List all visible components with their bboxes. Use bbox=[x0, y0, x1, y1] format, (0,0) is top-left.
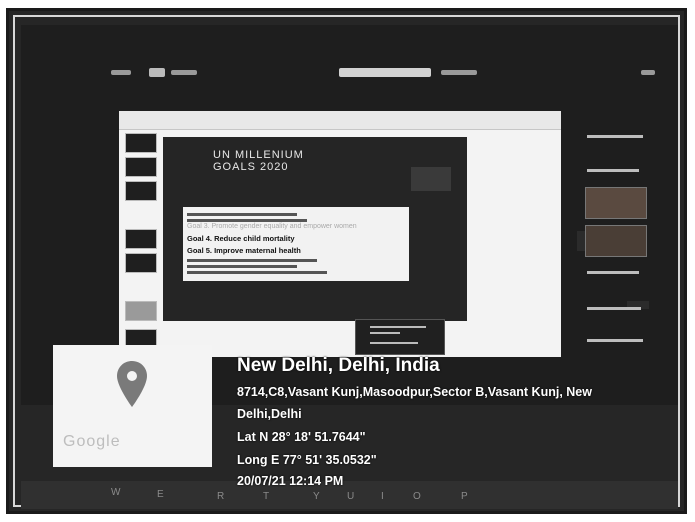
zoom-indicator[interactable] bbox=[149, 68, 165, 77]
location-title: New Delhi, Delhi, India bbox=[237, 355, 440, 376]
participants-panel bbox=[581, 121, 661, 361]
slide-thumbnails bbox=[125, 133, 157, 353]
notification-popup[interactable] bbox=[355, 319, 445, 355]
goal-4-text: Goal 4. Reduce child mortality bbox=[187, 234, 295, 243]
slide-thumbnail[interactable] bbox=[125, 253, 157, 273]
slide-thumbnail[interactable] bbox=[125, 157, 157, 177]
view-option-icon[interactable] bbox=[111, 70, 131, 75]
screen-share-banner[interactable] bbox=[339, 68, 431, 77]
slide-goals-card: Goal 3. Promote gender equality and empo… bbox=[183, 207, 409, 281]
slide-title: UN MILLENIUM GOALS 2020 bbox=[213, 149, 304, 173]
goal-line bbox=[187, 271, 327, 274]
address-line-2: Delhi,Delhi bbox=[237, 407, 302, 421]
goal-5-text: Goal 5. Improve maternal health bbox=[187, 246, 301, 255]
map-pin-icon bbox=[117, 361, 147, 407]
slide-thumbnail[interactable] bbox=[125, 301, 157, 321]
longitude-text: Long E 77° 51' 35.0532" bbox=[237, 453, 377, 467]
slide-title-line2: GOALS 2020 bbox=[213, 161, 289, 173]
key: R bbox=[217, 491, 225, 502]
key: E bbox=[157, 489, 164, 500]
key: T bbox=[263, 491, 270, 502]
map-thumbnail: Google bbox=[53, 345, 212, 467]
key: Y bbox=[313, 491, 320, 502]
key: P bbox=[461, 491, 468, 502]
options-menu[interactable] bbox=[441, 70, 477, 75]
current-slide: UN MILLENIUM GOALS 2020 Goal 3. Promote … bbox=[163, 137, 467, 321]
slide-thumbnail[interactable] bbox=[125, 229, 157, 249]
photo-frame: UN MILLENIUM GOALS 2020 Goal 3. Promote … bbox=[6, 8, 687, 514]
meeting-top-bar bbox=[101, 67, 681, 79]
key: U bbox=[347, 491, 355, 502]
popup-line bbox=[370, 342, 418, 344]
shared-presentation-window: UN MILLENIUM GOALS 2020 Goal 3. Promote … bbox=[119, 111, 649, 357]
participant-name[interactable] bbox=[587, 169, 639, 172]
datetime-text: 20/07/21 12:14 PM bbox=[237, 474, 344, 488]
participant-name[interactable] bbox=[587, 307, 641, 310]
google-logo: Google bbox=[63, 433, 121, 450]
participant-name[interactable] bbox=[587, 271, 639, 274]
popup-line bbox=[370, 332, 400, 334]
participant-video[interactable] bbox=[585, 225, 647, 257]
goal-3-text: Goal 3. Promote gender equality and empo… bbox=[187, 223, 357, 230]
address-line-1: 8714,C8,Vasant Kunj,Masoodpur,Sector B,V… bbox=[237, 385, 592, 399]
goal-line bbox=[187, 219, 307, 222]
ppt-ribbon bbox=[119, 111, 561, 130]
view-label bbox=[171, 70, 197, 75]
participant-video[interactable] bbox=[585, 187, 647, 219]
goal-line bbox=[187, 265, 297, 268]
slide-logo bbox=[411, 167, 451, 191]
participant-name[interactable] bbox=[587, 135, 643, 138]
latitude-text: Lat N 28° 18' 51.7644" bbox=[237, 430, 366, 444]
goal-line bbox=[187, 259, 317, 262]
slide-thumbnail[interactable] bbox=[125, 133, 157, 153]
popup-line bbox=[370, 326, 426, 328]
key: O bbox=[413, 491, 421, 502]
key: I bbox=[381, 491, 384, 502]
slide-thumbnail[interactable] bbox=[125, 181, 157, 201]
keyboard-strip: W E R T Y U I O P bbox=[21, 481, 678, 509]
goal-line bbox=[187, 213, 297, 216]
window-control[interactable] bbox=[641, 70, 655, 75]
slide-title-line1: UN MILLENIUM bbox=[213, 149, 304, 161]
key: W bbox=[111, 487, 121, 498]
participant-name[interactable] bbox=[587, 339, 643, 342]
